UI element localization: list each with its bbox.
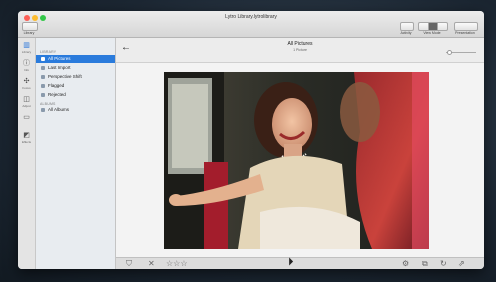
zoom-slider-knob[interactable] <box>447 50 452 55</box>
focus-icon: ✣ <box>23 78 30 85</box>
sidebar-toggle-label: Library <box>23 31 35 35</box>
photo-viewer <box>116 63 484 257</box>
app-window: Lytro Library.lytrolibrary Library Activ… <box>18 11 484 269</box>
activity-button[interactable] <box>400 22 414 31</box>
source-item-label: All Pictures <box>48 56 71 61</box>
title-bar: Lytro Library.lytrolibrary Library Activ… <box>18 11 484 38</box>
reject-icon[interactable]: ✕ <box>148 259 155 269</box>
source-item-flagged[interactable]: Flagged <box>36 82 115 90</box>
share-icon[interactable]: ⇗ <box>458 259 465 269</box>
source-item-perspective-shift[interactable]: Perspective Shift <box>36 73 115 81</box>
pictures-icon <box>41 57 45 61</box>
play-icon[interactable]: ⏵︎ <box>288 257 294 268</box>
rail-item-effects[interactable]: ◩ Effects <box>18 132 35 144</box>
reject-icon <box>41 93 45 97</box>
source-item-rejected[interactable]: Rejected <box>36 91 115 99</box>
adjust-icon: ◫ <box>23 96 30 103</box>
sidebar-toggle-button[interactable] <box>22 22 38 31</box>
settings-icon[interactable]: ⚙ <box>402 259 409 269</box>
presentation-label: Presentation <box>455 31 475 35</box>
rail-item-library[interactable]: ▥ Library <box>18 42 35 54</box>
activity-label: Activity <box>400 31 412 35</box>
source-list: LIBRARY All Pictures Last Import Perspec… <box>36 38 116 269</box>
view-mode-single-segment[interactable] <box>428 23 439 30</box>
rail-item-crop[interactable]: ▭ <box>18 114 35 122</box>
source-item-all-albums[interactable]: All Albums <box>36 106 115 114</box>
source-item-label: Perspective Shift <box>48 74 82 79</box>
import-icon <box>41 66 45 70</box>
photo-image <box>164 72 429 249</box>
rail-item-focus[interactable]: ✣ Focus <box>18 78 35 90</box>
view-mode-split-segment[interactable] <box>438 23 447 30</box>
source-item-label: Last Import <box>48 65 71 70</box>
album-icon <box>41 108 45 112</box>
window-title: Lytro Library.lytrolibrary <box>225 14 277 20</box>
flag-icon[interactable]: ⛉ <box>126 259 132 269</box>
source-item-label: Flagged <box>48 83 65 88</box>
rating-star-icon[interactable]: ☆ <box>180 259 187 268</box>
rotate-icon[interactable]: ↻ <box>440 259 447 269</box>
content-header: ← All Pictures 1 Picture <box>116 38 484 63</box>
rail-item-info[interactable]: ⓘ Info <box>18 60 35 72</box>
view-mode-segmented-control[interactable] <box>418 22 448 31</box>
effects-icon: ◩ <box>23 132 30 139</box>
perspective-icon <box>41 75 45 79</box>
rail-label: Adjust <box>22 104 31 108</box>
rail-label: Library <box>21 50 32 54</box>
rating-stars[interactable]: ☆☆☆ <box>166 259 188 269</box>
library-section-header: LIBRARY <box>40 50 57 54</box>
flag-icon <box>41 84 45 88</box>
crop-icon: ▭ <box>23 114 30 121</box>
picture-count: 1 Picture <box>293 48 307 52</box>
view-mode-grid-segment[interactable] <box>419 23 429 30</box>
source-item-label: All Albums <box>48 107 70 112</box>
library-icon: ▥ <box>23 42 30 49</box>
page-title: All Pictures <box>287 41 313 47</box>
duplicate-icon[interactable]: ⧉ <box>422 259 428 269</box>
info-icon: ⓘ <box>23 60 30 67</box>
source-item-last-import[interactable]: Last Import <box>36 64 115 72</box>
view-mode-label: View Mode <box>423 31 441 35</box>
source-item-all-pictures[interactable]: All Pictures <box>36 55 115 63</box>
rail-label: Effects <box>21 140 32 144</box>
bottom-toolbar: ⛉ ✕ ☆☆☆ ⏵︎ ⚙ ⧉ ↻ ⇗ <box>116 257 484 269</box>
rail-item-adjust[interactable]: ◫ Adjust <box>18 96 35 108</box>
tool-rail: ▥ Library ⓘ Info ✣ Focus ◫ Adjust ▭ ◩ Ef… <box>18 38 36 269</box>
presentation-button[interactable] <box>454 22 478 31</box>
source-item-label: Rejected <box>48 92 66 97</box>
zoom-slider[interactable] <box>446 50 476 55</box>
living-picture[interactable] <box>164 72 429 249</box>
rail-label: Info <box>23 68 29 72</box>
rail-label: Focus <box>22 86 31 90</box>
